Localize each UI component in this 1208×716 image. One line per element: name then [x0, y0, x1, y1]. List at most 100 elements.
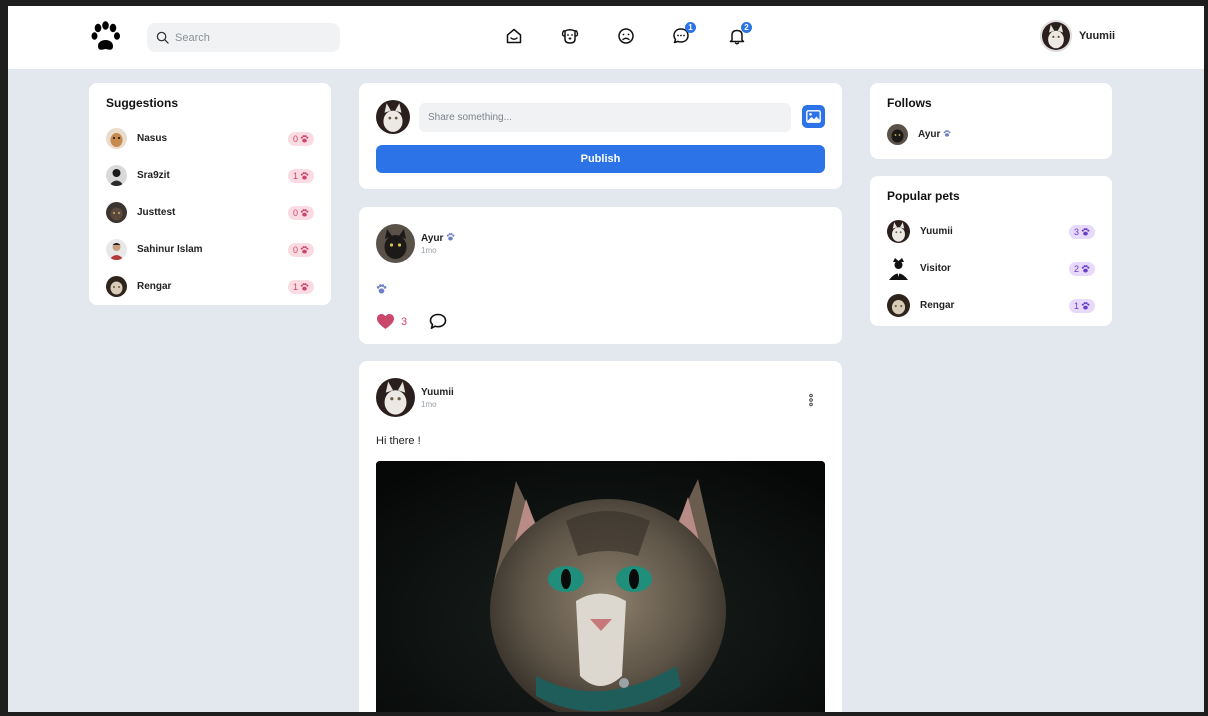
- suggestion-name: Rengar: [137, 281, 172, 292]
- paw-count-badge: 1: [287, 168, 314, 183]
- paw-icon: [943, 129, 951, 137]
- paw-count-badge: 1: [1068, 298, 1095, 313]
- avatar: [106, 202, 127, 223]
- messages-badge: 1: [685, 22, 696, 33]
- follow-name: Ayur: [918, 129, 1095, 140]
- list-item[interactable]: Justtest 0: [106, 194, 314, 231]
- notifications-badge: 2: [741, 22, 752, 33]
- post-author[interactable]: Ayur: [421, 233, 455, 244]
- paw-icon: [300, 208, 309, 217]
- avatar: [887, 257, 910, 280]
- paw-emoji-icon: [376, 284, 387, 294]
- app-viewport: 1 2 Yuumii Suggestions Nasus 0: [8, 6, 1204, 712]
- pet-name: Visitor: [920, 263, 951, 274]
- post-header: Yuumii 1mo: [376, 378, 825, 417]
- share-input[interactable]: [419, 103, 791, 132]
- pet-name: Yuumii: [920, 226, 953, 237]
- post-text: Hi there !: [376, 435, 421, 447]
- paw-count: 0: [292, 133, 298, 144]
- avatar[interactable]: [376, 224, 415, 263]
- list-item[interactable]: Nasus 0: [106, 120, 314, 157]
- user-menu[interactable]: Yuumii: [1040, 20, 1115, 52]
- suggestions-card: Suggestions Nasus 0 Sra9zit 1 Justtest 0…: [89, 83, 331, 305]
- post-content: [376, 281, 825, 299]
- popular-pets-list: Yuumii 3 Visitor 2 Rengar 1: [887, 213, 1095, 324]
- post-image[interactable]: [376, 461, 825, 712]
- paw-count: 1: [1073, 300, 1079, 311]
- comment-icon[interactable]: [429, 313, 447, 330]
- post-card: Ayur 1mo 3: [359, 207, 842, 344]
- paw-count: 0: [292, 207, 298, 218]
- paw-icon: [446, 232, 455, 241]
- publish-button[interactable]: Publish: [376, 145, 825, 173]
- paw-count-badge: 0: [287, 131, 314, 146]
- dog-icon[interactable]: [561, 27, 579, 45]
- follows-card: Follows Ayur: [870, 83, 1112, 159]
- heart-icon[interactable]: [376, 313, 395, 330]
- list-item[interactable]: Rengar 1: [106, 268, 314, 305]
- paw-count: 1: [292, 281, 298, 292]
- search-bar[interactable]: [147, 23, 340, 52]
- list-item[interactable]: Rengar 1: [887, 287, 1095, 324]
- paw-count-badge: 2: [1068, 261, 1095, 276]
- suggestions-list: Nasus 0 Sra9zit 1 Justtest 0 Sahinur Isl…: [106, 120, 314, 305]
- search-input[interactable]: [175, 31, 325, 44]
- avatar: [887, 294, 910, 317]
- more-options-icon[interactable]: [808, 393, 814, 407]
- paw-count: 0: [292, 244, 298, 255]
- top-navbar: 1 2 Yuumii: [8, 6, 1204, 69]
- post-actions: 3: [376, 313, 825, 330]
- paw-count-badge: 1: [287, 279, 314, 294]
- cat-photo: [376, 461, 825, 712]
- paw-icon: [300, 282, 309, 291]
- follows-list: Ayur: [887, 120, 1095, 148]
- image-icon: [806, 110, 821, 123]
- post-time: 1mo: [421, 399, 437, 409]
- add-image-button[interactable]: [802, 105, 825, 128]
- avatar: [106, 239, 127, 260]
- paw-icon: [300, 134, 309, 143]
- paw-icon: [300, 171, 309, 180]
- home-icon[interactable]: [505, 27, 523, 45]
- avatar: [106, 276, 127, 297]
- paw-count-badge: 0: [287, 242, 314, 257]
- avatar: [887, 123, 908, 145]
- post-author[interactable]: Yuumii: [421, 387, 454, 398]
- post-card: Yuumii 1mo Hi there !: [359, 361, 842, 712]
- list-item[interactable]: Sahinur Islam 0: [106, 231, 314, 268]
- messages-button[interactable]: 1: [672, 22, 696, 45]
- notifications-button[interactable]: 2: [728, 22, 752, 45]
- pet-name: Rengar: [920, 300, 955, 311]
- like-count: 3: [401, 315, 408, 328]
- paw-logo-icon[interactable]: [90, 21, 122, 53]
- list-item[interactable]: Visitor 2: [887, 250, 1095, 287]
- avatar: [1040, 20, 1072, 52]
- avatar[interactable]: [376, 378, 415, 417]
- popular-pets-title: Popular pets: [887, 189, 960, 203]
- suggestions-title: Suggestions: [106, 96, 179, 110]
- post-header: Ayur 1mo: [376, 224, 825, 263]
- paw-count: 2: [1073, 263, 1079, 274]
- paw-icon: [1081, 301, 1090, 310]
- suggestion-name: Nasus: [137, 133, 168, 144]
- avatar: [887, 220, 910, 243]
- paw-icon: [1081, 264, 1090, 273]
- avatar: [106, 128, 127, 149]
- paw-count-badge: 3: [1068, 224, 1095, 239]
- paw-count: 3: [1073, 226, 1079, 237]
- paw-icon: [300, 245, 309, 254]
- suggestion-name: Justtest: [137, 207, 176, 218]
- post-time: 1mo: [421, 245, 437, 255]
- sad-face-icon[interactable]: [617, 27, 635, 45]
- search-icon: [156, 31, 169, 44]
- list-item[interactable]: Yuumii 3: [887, 213, 1095, 250]
- post-composer: Publish: [359, 83, 842, 189]
- paw-icon: [1081, 227, 1090, 236]
- user-name: Yuumii: [1079, 30, 1116, 42]
- popular-pets-card: Popular pets Yuumii 3 Visitor 2 Rengar 1: [870, 176, 1112, 326]
- list-item[interactable]: Sra9zit 1: [106, 157, 314, 194]
- list-item[interactable]: Ayur: [887, 120, 1095, 148]
- avatar: [106, 165, 127, 186]
- suggestion-name: Sra9zit: [137, 170, 170, 181]
- paw-count: 1: [292, 170, 298, 181]
